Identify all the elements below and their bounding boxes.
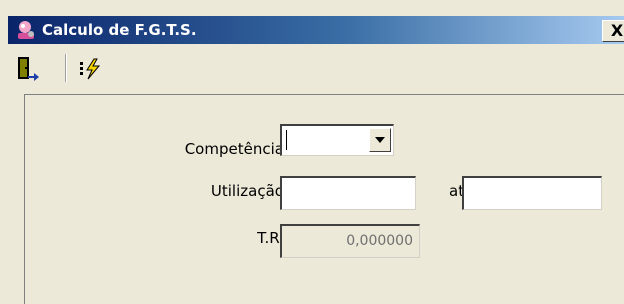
dropdown-button[interactable] bbox=[369, 128, 391, 152]
exit-door-icon[interactable] bbox=[14, 56, 40, 82]
title-bar[interactable]: Calculo de F.G.T.S. X bbox=[8, 16, 624, 44]
app-icon bbox=[15, 19, 37, 41]
close-button[interactable]: X bbox=[602, 20, 624, 42]
calculate-lightning-icon[interactable] bbox=[78, 56, 104, 82]
utilizacao-from-input[interactable] bbox=[280, 176, 416, 210]
competencia-select[interactable] bbox=[280, 124, 394, 156]
tr-label: T.R.: bbox=[257, 229, 289, 247]
toolbar bbox=[8, 48, 624, 92]
utilizacao-to-input[interactable] bbox=[462, 176, 602, 210]
tr-value-field: 0,000000 bbox=[280, 224, 420, 258]
window-title: Calculo de F.G.T.S. bbox=[42, 21, 197, 39]
chevron-down-icon bbox=[375, 137, 385, 143]
fgts-window: Calculo de F.G.T.S. X Competência: Utili… bbox=[0, 0, 624, 304]
utilizacao-label: Utilização: bbox=[210, 182, 289, 200]
text-caret bbox=[286, 130, 287, 150]
competencia-label: Competência: bbox=[184, 140, 289, 158]
toolbar-separator bbox=[65, 54, 67, 82]
